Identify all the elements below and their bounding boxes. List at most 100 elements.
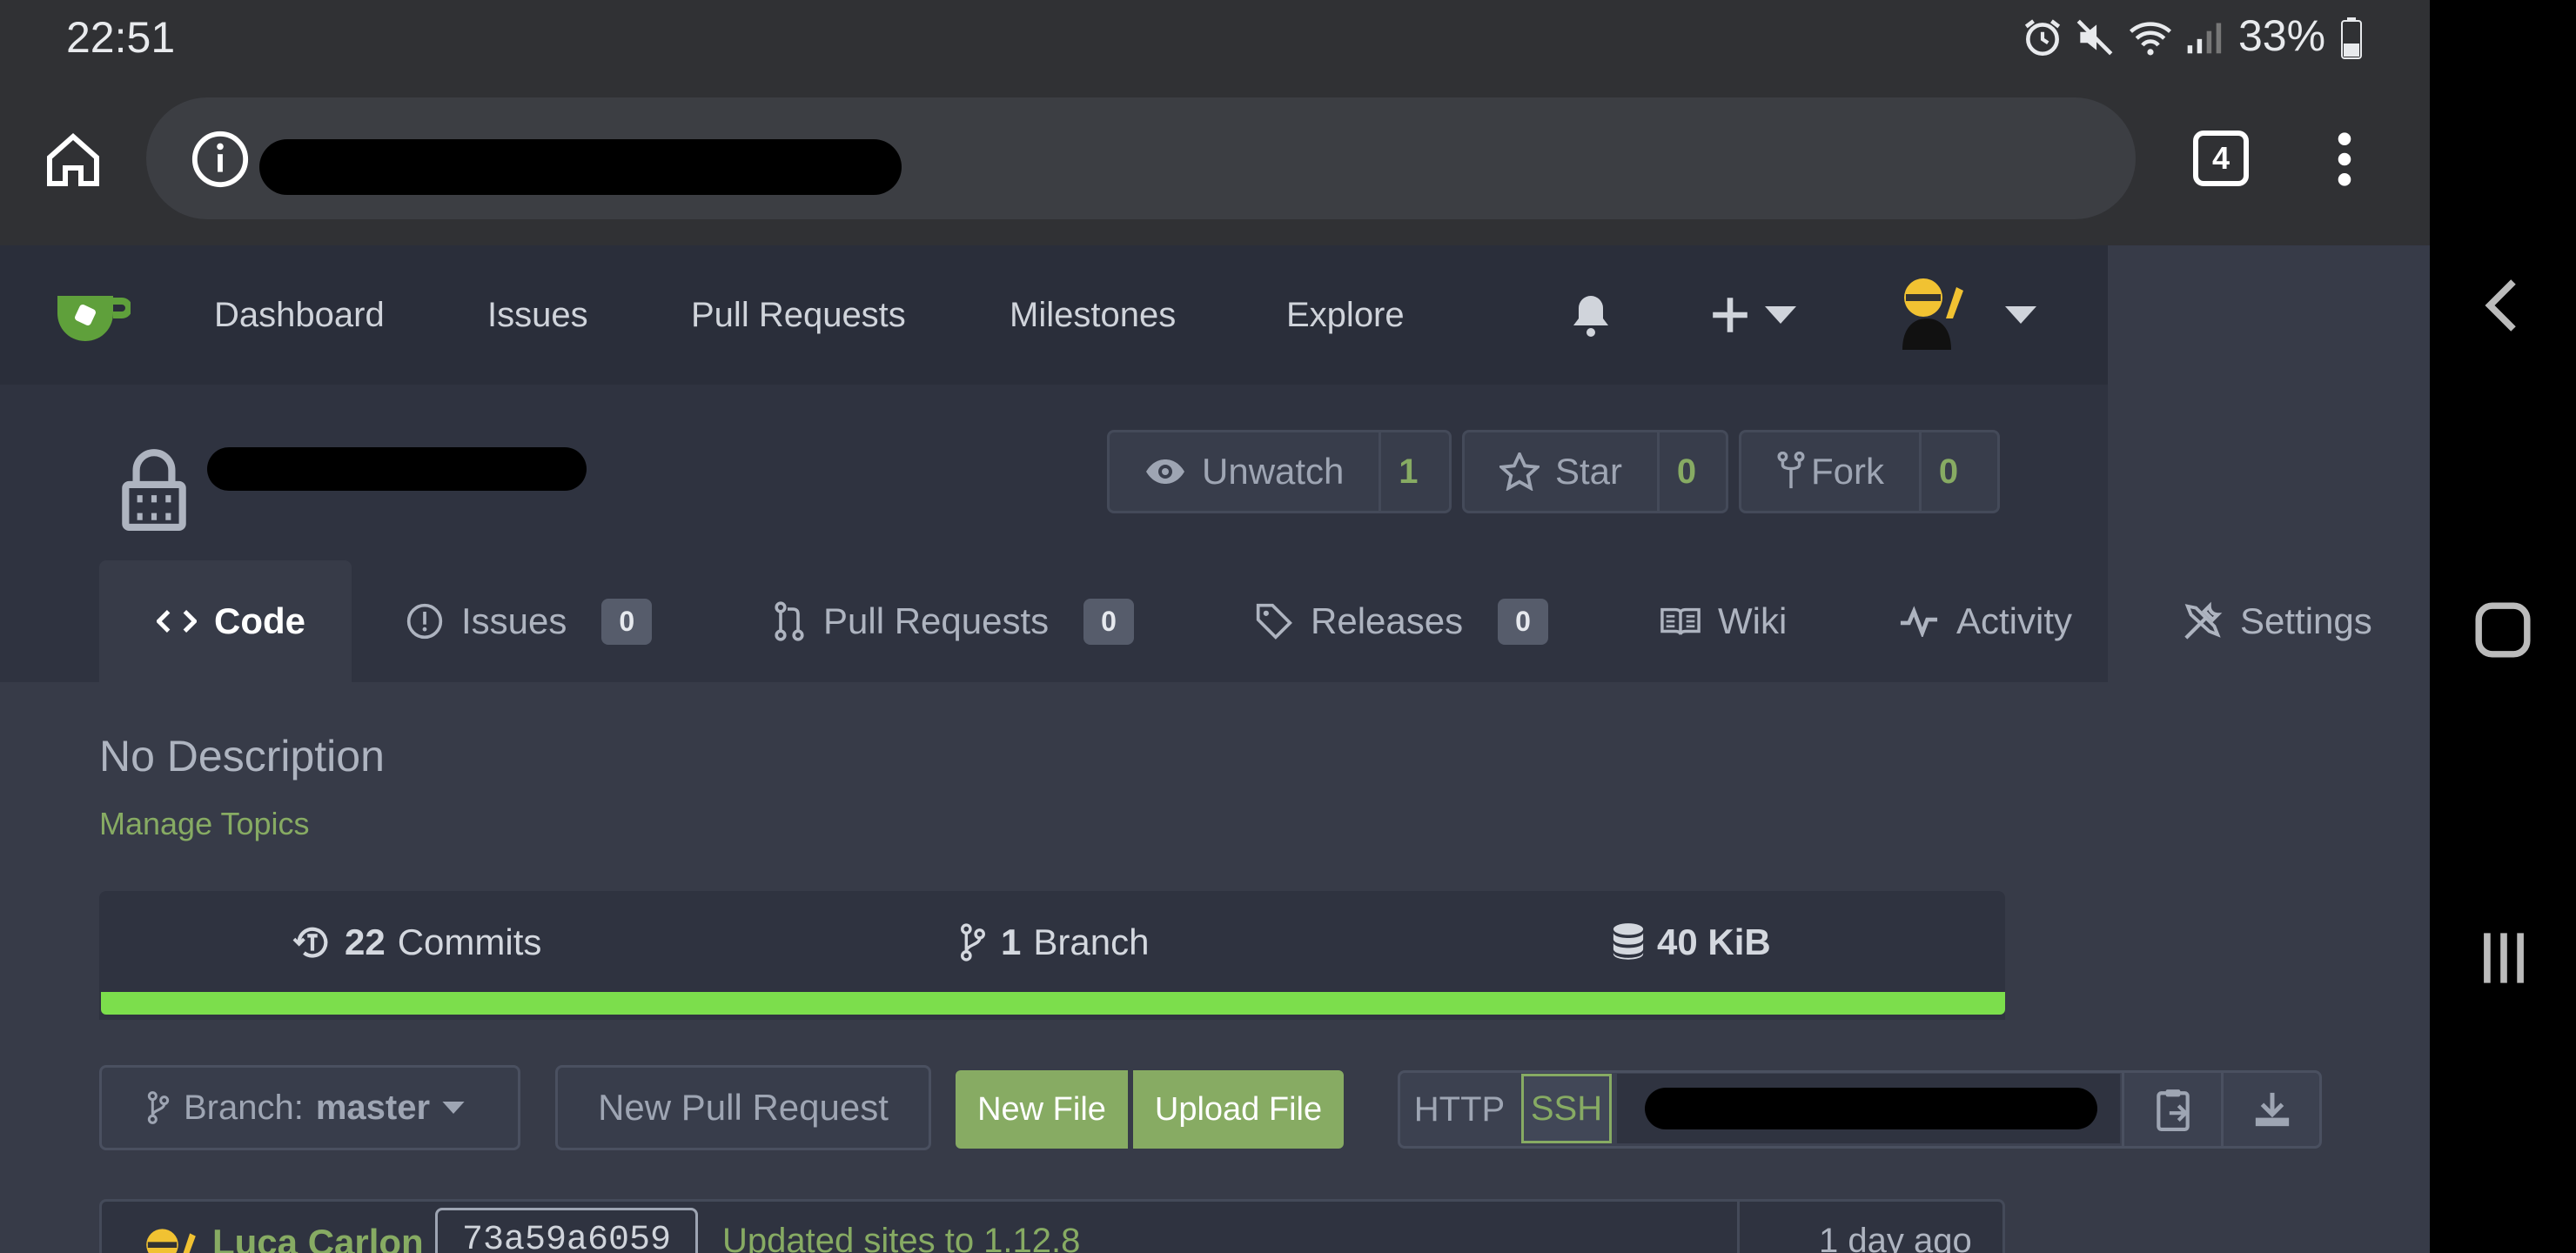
tab-settings-label: Settings: [2240, 600, 2372, 641]
fork-button[interactable]: Fork 0: [1739, 430, 2000, 513]
unwatch-button[interactable]: Unwatch 1: [1107, 430, 1452, 513]
book-icon: [1660, 607, 1701, 635]
fork-count[interactable]: 0: [1922, 432, 1976, 511]
tab-code-label: Code: [214, 600, 305, 641]
star-icon: [1499, 452, 1540, 491]
star-label: Star: [1555, 451, 1623, 492]
commit-time: 1 day ago: [1819, 1222, 1972, 1253]
commit-author[interactable]: Luca Carlon: [212, 1222, 424, 1253]
code-icon: [157, 610, 197, 633]
tools-icon: [2184, 601, 2223, 640]
upload-file-button[interactable]: Upload File: [1133, 1070, 1344, 1149]
fork-label-wrap: Fork: [1741, 432, 1922, 511]
user-dropdown-caret-icon[interactable]: [2005, 306, 2036, 324]
fork-icon: [1777, 452, 1805, 489]
web-page: Dashboard Issues Pull Requests Milestone…: [0, 245, 2430, 1253]
tab-settings[interactable]: Settings: [2183, 560, 2372, 682]
clone-http-button[interactable]: HTTP: [1401, 1073, 1518, 1146]
overflow-menu-icon[interactable]: [2320, 129, 2369, 190]
tab-releases[interactable]: Releases 0: [1255, 560, 1548, 682]
top-nav: Dashboard Issues Pull Requests Milestone…: [0, 245, 2108, 385]
download-icon: [2255, 1092, 2290, 1127]
pulse-icon: [1900, 606, 1938, 637]
star-count[interactable]: 0: [1660, 432, 1714, 511]
home-button-icon[interactable]: [2473, 600, 2532, 660]
create-dropdown-caret-icon[interactable]: [1765, 306, 1796, 324]
status-time: 22:51: [66, 13, 176, 62]
tab-wiki-label: Wiki: [1718, 600, 1788, 641]
tab-pull-requests[interactable]: Pull Requests 0: [773, 560, 1134, 682]
tab-switcher-button[interactable]: 4: [2193, 131, 2249, 186]
database-icon: [1613, 923, 1644, 960]
site-info-icon[interactable]: [190, 129, 251, 190]
unwatch-label: Unwatch: [1202, 451, 1345, 492]
fork-label: Fork: [1811, 451, 1884, 492]
system-nav-bar: [2430, 0, 2576, 1253]
nav-dashboard[interactable]: Dashboard: [214, 245, 385, 385]
pulls-count-badge: 0: [1083, 598, 1134, 645]
branches-stat[interactable]: 1 Branch: [957, 891, 1149, 994]
commits-count: 22: [345, 921, 386, 962]
commit-author-avatar[interactable]: [138, 1222, 200, 1253]
branch-prefix: Branch:: [184, 1088, 304, 1127]
nav-issues[interactable]: Issues: [487, 245, 588, 385]
private-lock-icon: [118, 446, 190, 531]
alarm-icon: [2021, 16, 2064, 59]
branch-icon: [961, 923, 985, 962]
recent-apps-icon[interactable]: [2479, 928, 2529, 988]
watch-count[interactable]: 1: [1381, 432, 1435, 511]
tab-activity[interactable]: Activity: [1899, 560, 2072, 682]
commit-message[interactable]: Updated sites to 1.12.8: [722, 1222, 1080, 1253]
back-icon[interactable]: [2477, 277, 2529, 334]
clipboard-icon: [2157, 1089, 2190, 1131]
mute-icon: [2073, 16, 2116, 59]
home-icon[interactable]: [42, 129, 104, 191]
branch-dropdown[interactable]: Branch: master: [99, 1065, 520, 1150]
copy-url-button[interactable]: [2122, 1070, 2222, 1149]
branch-label: Branch: [1033, 921, 1150, 962]
eye-icon: [1146, 459, 1184, 484]
signal-icon: [2184, 16, 2223, 59]
nav-milestones[interactable]: Milestones: [1010, 245, 1176, 385]
gitea-logo-icon[interactable]: [54, 285, 131, 346]
tab-code[interactable]: Code: [157, 560, 305, 682]
manage-topics-link[interactable]: Manage Topics: [99, 806, 310, 842]
commits-stat[interactable]: 22 Commits: [292, 891, 541, 994]
new-pull-request-button[interactable]: New Pull Request: [555, 1065, 931, 1150]
commits-label: Commits: [397, 921, 542, 962]
repo-size: 40 KiB: [1657, 921, 1771, 962]
branch-icon: [147, 1091, 170, 1124]
issues-count-badge: 0: [601, 598, 653, 645]
create-new-plus-icon[interactable]: [1711, 296, 1749, 334]
repo-description: No Description: [99, 732, 385, 781]
tab-wiki[interactable]: Wiki: [1660, 560, 1787, 682]
battery-percent: 33%: [2238, 11, 2326, 60]
redacted-repo-name[interactable]: [207, 447, 587, 491]
battery-icon: [2339, 17, 2364, 59]
redacted-url: [259, 139, 902, 195]
notification-bell-icon[interactable]: [1570, 292, 1612, 338]
redacted-clone-url: [1645, 1088, 2097, 1129]
nav-explore[interactable]: Explore: [1286, 245, 1405, 385]
tab-activity-label: Activity: [1956, 600, 2073, 641]
language-bar: [101, 992, 2005, 1015]
releases-count-badge: 0: [1498, 598, 1548, 645]
wifi-icon: [2125, 14, 2176, 61]
tag-icon: [1256, 603, 1292, 640]
new-file-button[interactable]: New File: [956, 1070, 1128, 1149]
download-button[interactable]: [2221, 1070, 2321, 1149]
nav-pull-requests[interactable]: Pull Requests: [691, 245, 906, 385]
tab-issues[interactable]: Issues 0: [406, 560, 653, 682]
tab-issues-label: Issues: [461, 600, 567, 641]
tab-pull-requests-label: Pull Requests: [823, 600, 1050, 641]
history-icon: [292, 927, 328, 958]
user-avatar[interactable]: [1894, 270, 1969, 353]
star-button[interactable]: Star 0: [1462, 430, 1728, 513]
branch-count: 1: [1001, 921, 1022, 962]
clone-ssh-button[interactable]: SSH: [1521, 1074, 1612, 1143]
size-stat: 40 KiB: [1612, 891, 1771, 994]
branch-name: master: [315, 1088, 431, 1127]
pull-request-icon: [775, 601, 804, 641]
star-label-wrap: Star: [1465, 432, 1660, 511]
commit-sha-button[interactable]: 73a59a6059: [435, 1208, 698, 1253]
